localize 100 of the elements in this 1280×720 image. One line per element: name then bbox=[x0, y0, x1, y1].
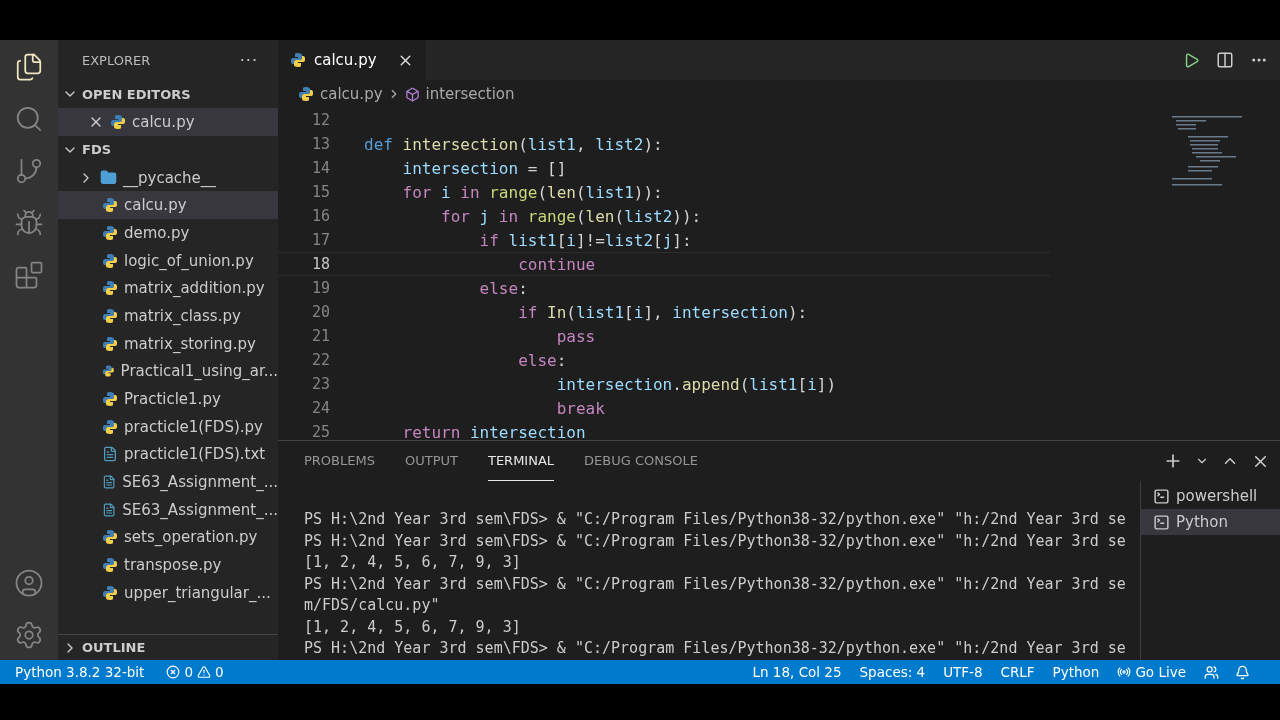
file-item[interactable]: demo.py bbox=[58, 219, 278, 247]
broadcast-icon bbox=[1117, 665, 1132, 679]
panel-tab[interactable]: PROBLEMS bbox=[304, 441, 375, 481]
line-number: 13 bbox=[310, 135, 330, 153]
breadcrumb-item[interactable]: intersection bbox=[425, 85, 515, 103]
settings-icon[interactable] bbox=[14, 620, 44, 650]
code-line: if list1[i]!=list2[j]: bbox=[478, 230, 692, 250]
file-item[interactable]: SE63_Assignment_... bbox=[58, 495, 278, 524]
file-item[interactable]: calcu.py bbox=[58, 191, 278, 220]
indentation-status[interactable]: Spaces: 4 bbox=[859, 664, 926, 680]
code-line: break bbox=[555, 398, 605, 418]
python-icon bbox=[102, 252, 118, 269]
line-number: 15 bbox=[310, 183, 330, 201]
terminal-line: PS H:\2nd Year 3rd sem\FDS> & "C:/Program Files/Python38-32/python.exe" "h:/2nd Year 3rd se bbox=[304, 530, 1127, 552]
python-icon bbox=[102, 529, 118, 546]
more-actions[interactable]: ··· bbox=[239, 50, 258, 70]
code-line: else: bbox=[517, 350, 567, 370]
line-number: 18 bbox=[310, 255, 330, 273]
terminal-line: m/FDS/calcu.py" bbox=[304, 595, 441, 616]
notification-icon[interactable] bbox=[1235, 664, 1250, 680]
folder-item[interactable]: __pycache__ bbox=[58, 163, 278, 192]
terminal-line: PS H:\2nd Year 3rd sem\FDS> & "C:/Program Files/Python38-32/python.exe" "h:/2nd Year 3rd se bbox=[304, 573, 1127, 595]
folder-icon bbox=[100, 169, 117, 187]
python-icon bbox=[102, 335, 118, 352]
section-header[interactable]: FDS bbox=[82, 142, 112, 158]
file-item[interactable]: Practical1_using_ar... bbox=[58, 357, 278, 386]
python-icon bbox=[102, 557, 118, 574]
warning-icon bbox=[197, 665, 211, 679]
problems-status[interactable]: 0 0 bbox=[166, 664, 224, 680]
file-item[interactable]: matrix_addition.py bbox=[58, 274, 278, 303]
file-item[interactable]: matrix_storing.py bbox=[58, 329, 278, 358]
line-number: 17 bbox=[310, 231, 330, 249]
encoding-status[interactable]: UTF-8 bbox=[943, 664, 983, 680]
extensions-icon[interactable] bbox=[14, 260, 44, 290]
open-editor-item[interactable]: calcu.py bbox=[58, 108, 278, 136]
line-ending-status[interactable]: CRLF bbox=[1000, 664, 1035, 680]
python-icon bbox=[102, 418, 118, 435]
run-debug-icon[interactable] bbox=[14, 208, 44, 238]
terminal-line: [1, 2, 4, 5, 6, 7, 9, 3] bbox=[304, 552, 522, 573]
terminal-icon bbox=[1153, 513, 1170, 531]
language-status[interactable]: Python bbox=[1052, 664, 1100, 680]
terminal-item[interactable]: Python bbox=[1141, 509, 1280, 535]
python-icon bbox=[290, 52, 306, 68]
line-number: 12 bbox=[310, 111, 330, 129]
terminal-line: [1, 2, 4, 5, 6, 7, 9, 3] bbox=[304, 616, 522, 638]
code-line: pass bbox=[555, 326, 596, 346]
source-control-icon[interactable] bbox=[14, 156, 44, 186]
file-item[interactable]: matrix_class.py bbox=[58, 302, 278, 330]
error-icon bbox=[166, 665, 181, 679]
python-icon bbox=[110, 113, 126, 130]
file-item[interactable]: SE63_Assignment_... bbox=[58, 468, 278, 496]
python-icon bbox=[102, 197, 118, 214]
run-icon[interactable] bbox=[1183, 51, 1200, 69]
cursor-position[interactable]: Ln 18, Col 25 bbox=[752, 664, 842, 680]
file-item[interactable]: practicle1(FDS).txt bbox=[58, 440, 278, 469]
file-item[interactable]: Practicle1.py bbox=[58, 385, 278, 413]
section-header[interactable]: OUTLINE bbox=[82, 640, 146, 655]
file-item[interactable]: sets_operation.py bbox=[58, 523, 278, 552]
panel-tab[interactable]: DEBUG CONSOLE bbox=[584, 441, 698, 481]
file-item[interactable]: transpose.py bbox=[58, 551, 278, 579]
sidebar-title: EXPLORER bbox=[82, 52, 151, 68]
python-icon bbox=[102, 584, 118, 601]
cube-icon bbox=[404, 86, 420, 102]
interpreter-status[interactable]: Python 3.8.2 32-bit bbox=[15, 664, 145, 680]
file-item[interactable]: logic_of_union.py bbox=[58, 246, 278, 275]
go-live-button[interactable]: Go Live bbox=[1117, 664, 1186, 680]
account-icon[interactable] bbox=[14, 568, 44, 598]
file-item[interactable]: upper_triangular_... bbox=[58, 579, 278, 607]
code-line: else: bbox=[478, 278, 528, 298]
line-number: 25 bbox=[310, 423, 330, 440]
breadcrumb-item[interactable]: calcu.py bbox=[320, 85, 383, 103]
section-header[interactable]: OPEN EDITORS bbox=[82, 86, 191, 102]
document-icon bbox=[102, 446, 118, 463]
terminal-item[interactable]: powershell bbox=[1141, 483, 1280, 509]
search-icon[interactable] bbox=[14, 104, 44, 134]
line-number: 16 bbox=[310, 207, 330, 225]
code-line: for i in range(len(list1)): bbox=[401, 182, 663, 202]
panel-tab[interactable]: OUTPUT bbox=[404, 441, 458, 481]
line-number: 19 bbox=[310, 279, 330, 297]
line-number: 21 bbox=[310, 327, 330, 345]
code-line: intersection = [] bbox=[401, 158, 567, 178]
code-line: if In(list1[i], intersection): bbox=[517, 302, 808, 322]
people-icon[interactable] bbox=[1204, 664, 1219, 680]
explorer-icon[interactable] bbox=[14, 52, 44, 82]
document-icon bbox=[102, 501, 117, 518]
panel-tab[interactable]: TERMINAL bbox=[487, 441, 555, 481]
code-line: for j in range(len(list2)): bbox=[440, 206, 702, 226]
line-number: 24 bbox=[310, 399, 330, 417]
split-editor-icon[interactable] bbox=[1216, 51, 1234, 69]
editor-tab[interactable]: calcu.py bbox=[278, 40, 426, 80]
code-line: return intersection bbox=[401, 422, 586, 440]
python-icon bbox=[298, 86, 314, 102]
line-number: 23 bbox=[310, 375, 330, 393]
line-number: 22 bbox=[310, 351, 330, 369]
python-icon bbox=[102, 280, 118, 297]
file-item[interactable]: practicle1(FDS).py bbox=[58, 412, 278, 441]
terminal-icon bbox=[1153, 487, 1170, 505]
line-number: 20 bbox=[310, 303, 330, 321]
terminal-line: PS H:\2nd Year 3rd sem\FDS> & "C:/Program Files/Python38-32/python.exe" "h:/2nd Year 3rd se bbox=[304, 509, 1127, 530]
code-line: continue bbox=[517, 254, 596, 274]
